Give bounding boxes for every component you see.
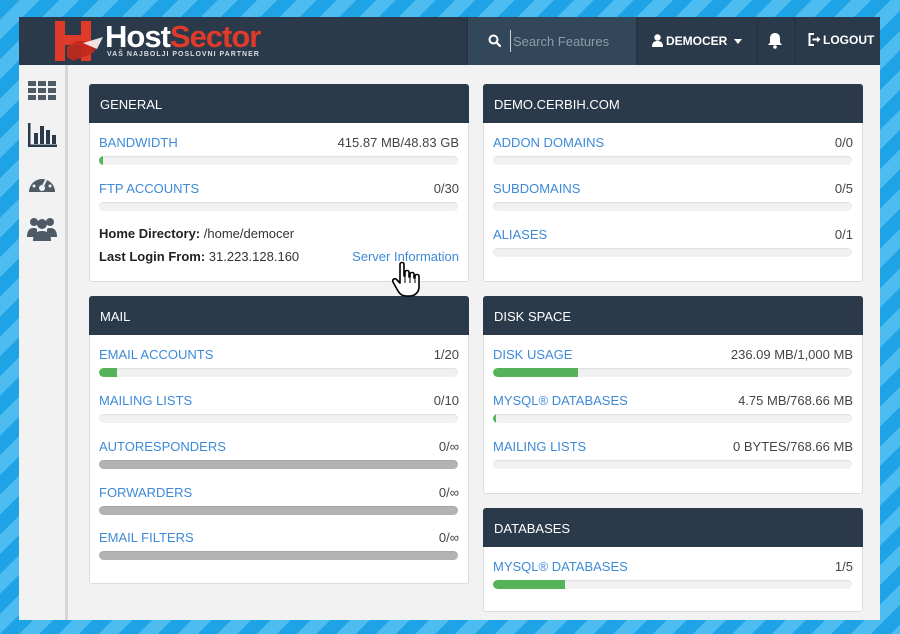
panel-title: MAIL	[100, 309, 131, 324]
stat-addon-domains-value: 0/0	[834, 135, 853, 150]
subdomains-progress-bar	[493, 202, 852, 211]
logo-mark-icon	[55, 21, 103, 61]
mailing-lists-progress-bar	[99, 414, 458, 423]
stat-subdomains-link[interactable]: SUBDOMAINS	[493, 181, 580, 196]
stat-mysql-databases-link[interactable]: MYSQL® DATABASES	[493, 393, 628, 408]
mailing-lists-disk-progress-bar	[493, 460, 852, 469]
last-login-label: Last Login From:	[99, 249, 206, 264]
stat-mysql-databases-count-link[interactable]: MYSQL® DATABASES	[493, 559, 628, 574]
gauge-icon[interactable]	[26, 168, 58, 198]
panel-title: DISK SPACE	[494, 309, 572, 324]
logo-text: HostSector	[105, 19, 261, 55]
top-bar: HostSector VAŠ NAJBOLJI POSLOVNI PARTNER…	[19, 17, 880, 65]
autoresponders-progress-bar	[99, 460, 458, 469]
user-icon	[652, 34, 663, 47]
email-accounts-progress-bar	[99, 368, 458, 377]
logout-icon	[808, 33, 821, 46]
stat-mysql-databases-count-value: 1/5	[834, 559, 853, 574]
email-filters-progress-bar	[99, 551, 458, 560]
panel-header: DISK SPACE	[483, 296, 863, 335]
panel-databases: DATABASES MYSQL® DATABASES 1/5	[483, 508, 863, 612]
stat-bandwidth-link[interactable]: BANDWIDTH	[99, 135, 178, 150]
stat-email-accounts-value: 1/20	[433, 347, 459, 362]
stat-forwarders-value: 0/∞	[438, 485, 459, 500]
progress-fill	[493, 368, 578, 377]
stat-bandwidth-value: 415.87 MB/48.83 GB	[337, 135, 459, 150]
logo-brand-host: Host	[105, 19, 171, 54]
stat-subdomains-value: 0/5	[834, 181, 853, 196]
stat-mailing-lists-link[interactable]: MAILING LISTS	[99, 393, 192, 408]
panel-header: MAIL	[89, 296, 469, 335]
stat-email-accounts-link[interactable]: EMAIL ACCOUNTS	[99, 347, 213, 362]
stat-mailing-lists-value: 0/10	[433, 393, 459, 408]
stat-email-filters-value: 0/∞	[438, 530, 459, 545]
panel-disk-space: DISK SPACE DISK USAGE 236.09 MB/1,000 MB…	[483, 296, 863, 494]
hand-cursor-icon	[391, 261, 420, 297]
bell-icon	[768, 33, 782, 49]
last-login-row: Last Login From: 31.223.128.160	[99, 249, 299, 264]
logout-label: LOGOUT	[823, 33, 875, 47]
stat-forwarders-link[interactable]: FORWARDERS	[99, 485, 192, 500]
logo[interactable]: HostSector VAŠ NAJBOLJI POSLOVNI PARTNER	[51, 17, 281, 65]
addon-domains-progress-bar	[493, 156, 852, 165]
last-login-value: 31.223.128.160	[208, 249, 300, 264]
panel-domain: DEMO.CERBIH.COM ADDON DOMAINS 0/0 SUBDOM…	[483, 84, 863, 282]
panel-title: DEMO.CERBIH.COM	[494, 97, 620, 112]
home-directory-row: Home Directory: /home/democer	[99, 226, 294, 241]
stat-mailing-lists-disk-value: 0 BYTES/768.66 MB	[733, 439, 853, 454]
forwarders-progress-bar	[99, 506, 458, 515]
panel-general: GENERAL BANDWIDTH 415.87 MB/48.83 GB FTP…	[89, 84, 469, 282]
stat-ftp-accounts-value: 0/30	[433, 181, 459, 196]
search-icon	[488, 34, 501, 47]
notifications-button[interactable]	[758, 17, 794, 65]
logout-button[interactable]: LOGOUT	[796, 17, 880, 65]
stat-addon-domains-link[interactable]: ADDON DOMAINS	[493, 135, 604, 150]
panel-header: GENERAL	[89, 84, 469, 123]
stat-autoresponders-value: 0/∞	[438, 439, 459, 454]
stat-aliases-value: 0/1	[834, 227, 853, 242]
panel-title: DATABASES	[494, 521, 571, 536]
users-icon[interactable]	[26, 213, 58, 243]
stat-ftp-accounts-link[interactable]: FTP ACCOUNTS	[99, 181, 199, 196]
stat-email-filters-link[interactable]: EMAIL FILTERS	[99, 530, 194, 545]
home-directory-value: /home/democer	[203, 226, 295, 241]
mysql-disk-progress-bar	[493, 414, 852, 423]
progress-fill	[493, 414, 496, 423]
progress-fill	[493, 580, 565, 589]
progress-fill	[99, 368, 117, 377]
bandwidth-progress-bar	[99, 156, 458, 165]
panel-mail: MAIL EMAIL ACCOUNTS 1/20 MAILING LISTS 0…	[89, 296, 469, 584]
search-box[interactable]	[468, 17, 636, 65]
stat-aliases-link[interactable]: ALIASES	[493, 227, 547, 242]
stat-disk-usage-link[interactable]: DISK USAGE	[493, 347, 572, 362]
panel-header: DEMO.CERBIH.COM	[483, 84, 863, 123]
bar-chart-icon[interactable]	[26, 120, 58, 150]
panel-title: GENERAL	[100, 97, 163, 112]
stat-mysql-databases-value: 4.75 MB/768.66 MB	[738, 393, 853, 408]
chevron-down-icon	[734, 39, 742, 44]
aliases-progress-bar	[493, 248, 852, 257]
grid-icon[interactable]	[26, 75, 58, 105]
disk-usage-progress-bar	[493, 368, 852, 377]
stat-disk-usage-value: 236.09 MB/1,000 MB	[730, 347, 853, 362]
stat-autoresponders-link[interactable]: AUTORESPONDERS	[99, 439, 226, 454]
panel-header: DATABASES	[483, 508, 863, 547]
logo-brand-sector: Sector	[169, 19, 261, 54]
ftp-accounts-progress-bar	[99, 202, 458, 211]
user-menu[interactable]: DEMOCER	[638, 17, 756, 65]
home-directory-label: Home Directory:	[99, 226, 201, 241]
logo-tagline: VAŠ NAJBOLJI POSLOVNI PARTNER	[107, 51, 260, 58]
search-input[interactable]	[510, 30, 628, 52]
progress-fill	[99, 156, 103, 165]
sidebar	[19, 65, 68, 620]
stat-mailing-lists-disk-link[interactable]: MAILING LISTS	[493, 439, 586, 454]
user-name: DEMOCER	[666, 34, 728, 48]
app-frame: HostSector VAŠ NAJBOLJI POSLOVNI PARTNER…	[19, 17, 880, 620]
mysql-databases-progress-bar	[493, 580, 852, 589]
